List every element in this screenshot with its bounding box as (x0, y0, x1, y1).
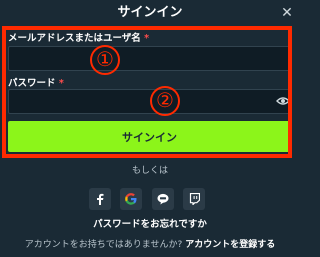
facebook-button[interactable] (89, 188, 111, 210)
forgot-password-link[interactable]: パスワードをお忘れですか (0, 219, 300, 230)
signin-modal: サインイン ✕ メールアドレスまたはユーザ名 * パスワード * サインイン ①… (0, 0, 300, 257)
facebook-icon (97, 193, 104, 205)
line-icon (157, 193, 169, 205)
twitch-button[interactable] (183, 188, 205, 210)
annotation-marker-2: ② (150, 86, 180, 116)
annotation-highlight-box (2, 26, 292, 158)
line-button[interactable] (152, 188, 174, 210)
annotation-marker-1: ① (90, 45, 120, 75)
register-prompt: アカウントをお持ちではありませんか? アカウントを登録する (0, 240, 300, 251)
twitch-icon (189, 193, 200, 205)
modal-title: サインイン (117, 5, 183, 20)
or-divider: もしくは (131, 166, 168, 176)
register-link[interactable]: アカウントを登録する (185, 240, 275, 250)
google-icon (125, 193, 137, 205)
google-button[interactable] (120, 188, 142, 210)
no-account-text: アカウントをお持ちではありませんか? (24, 240, 183, 250)
close-icon[interactable]: ✕ (280, 6, 294, 20)
